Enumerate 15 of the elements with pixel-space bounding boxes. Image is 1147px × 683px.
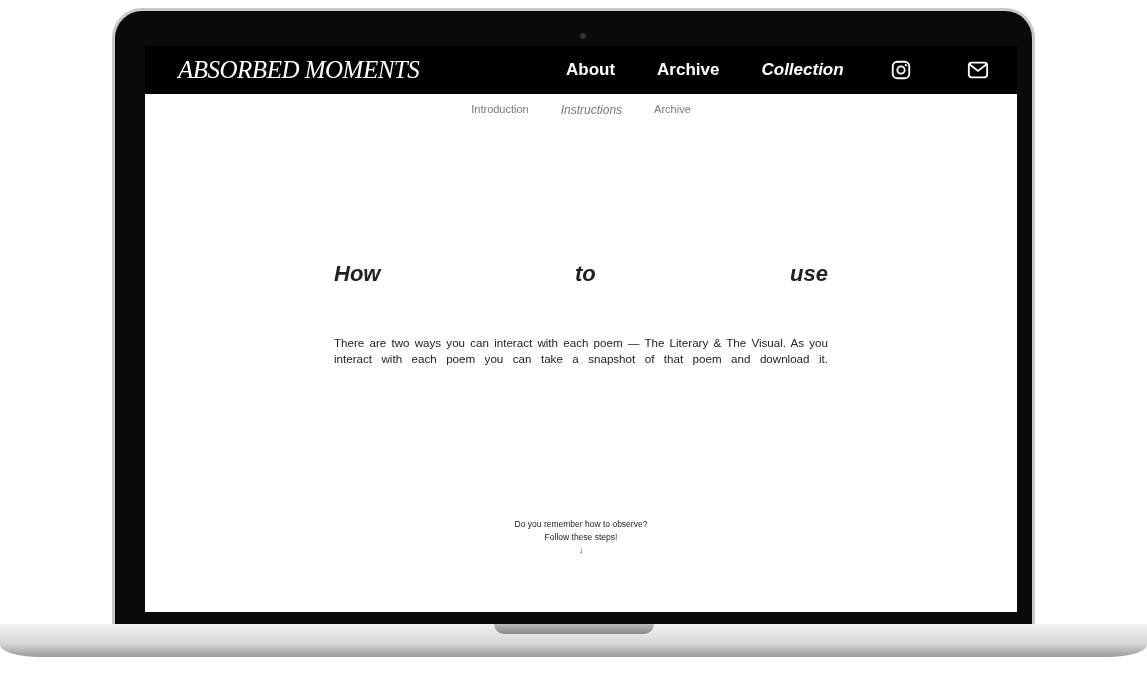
subnav-link[interactable]: Instructions (560, 103, 623, 117)
mail-icon[interactable] (966, 59, 989, 81)
prompt-text: Do you remember how to observe? (514, 518, 648, 531)
instagram-icon[interactable] (889, 59, 912, 81)
nav-link[interactable]: Archive (657, 60, 720, 80)
intro-paragraph: There are two ways you can interact with each poem — The Literary & The Visual. As you interact with each poem you can take a snapshot of that poem and download it. (334, 335, 828, 367)
prompt-text: Follow these steps! (544, 531, 618, 544)
page-heading: How to use (334, 261, 828, 287)
camera-icon (580, 33, 586, 39)
site-logo[interactable]: ABSORBED MOMENTS (178, 56, 566, 84)
nav-link[interactable]: Collection (761, 60, 844, 80)
subnav-link[interactable]: Archive (654, 103, 691, 117)
down-arrow: ↓ (578, 544, 584, 557)
nav-link[interactable]: About (566, 60, 616, 80)
subnav-link[interactable]: Introduction (471, 103, 529, 117)
